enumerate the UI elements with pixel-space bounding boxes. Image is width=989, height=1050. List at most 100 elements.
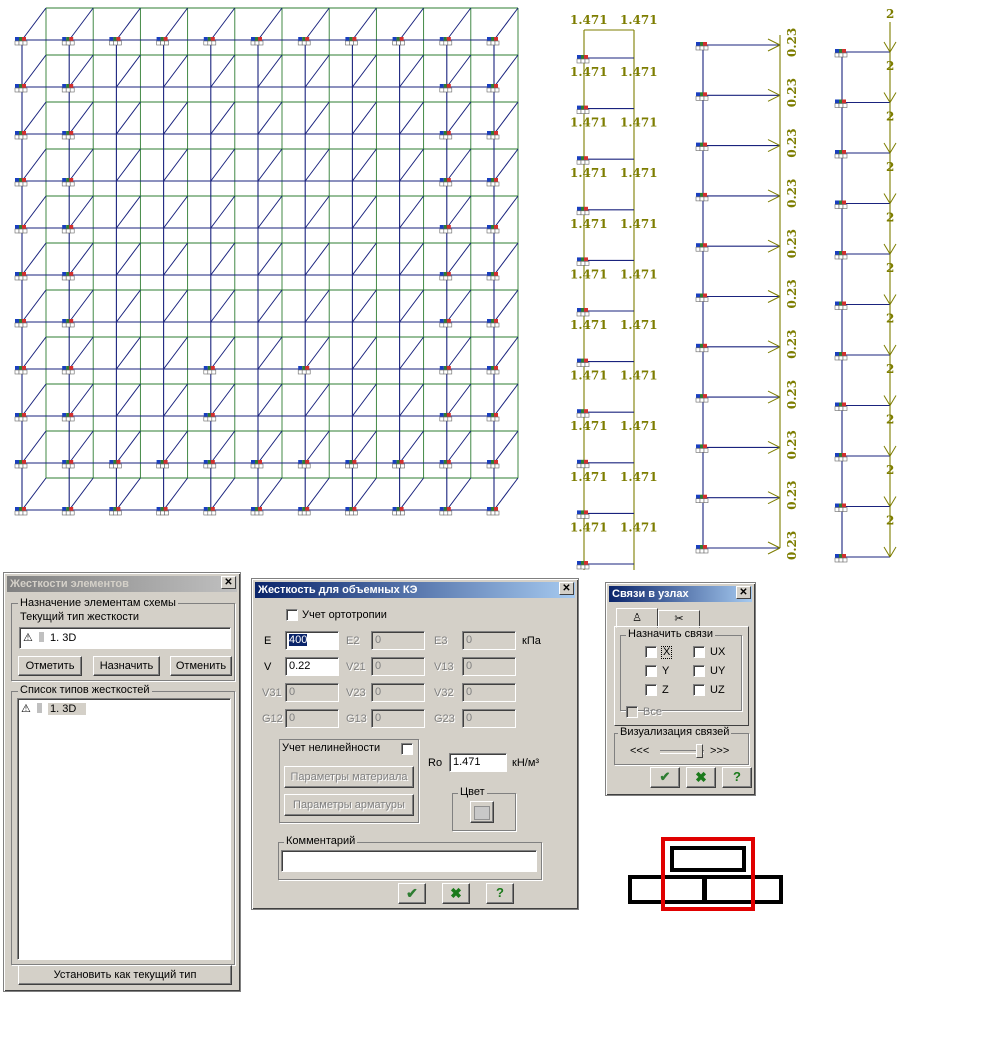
increase-links-button[interactable]: >>> — [710, 745, 729, 757]
support-mark — [487, 507, 491, 511]
support-mark — [22, 507, 26, 511]
slider-thumb[interactable] — [696, 744, 703, 758]
E3-field[interactable]: 0 — [462, 631, 516, 650]
support-mark — [703, 293, 707, 298]
ok-button[interactable]: ✔ — [398, 883, 426, 904]
link-z-checkbox[interactable] — [645, 684, 657, 696]
links-help-button[interactable]: ? — [722, 767, 752, 788]
support-mark — [22, 510, 28, 516]
support-mark — [210, 366, 215, 370]
support-mark — [494, 181, 500, 187]
grid-diagonal — [446, 148, 472, 182]
support-mark — [581, 510, 584, 515]
support-mark — [61, 275, 67, 281]
support-mark — [446, 84, 451, 88]
support-mark — [164, 40, 169, 46]
support-mark — [66, 84, 70, 88]
link-uy-checkbox[interactable] — [693, 665, 705, 677]
type-color-swatch — [36, 703, 42, 713]
comment-field[interactable] — [281, 850, 537, 872]
links-cancel-button[interactable]: ✖ — [686, 767, 716, 788]
support-mark — [576, 412, 582, 418]
color-picker-button[interactable] — [470, 801, 494, 823]
support-mark — [839, 402, 842, 407]
all-links-checkbox[interactable] — [626, 706, 638, 718]
support-mark — [69, 134, 75, 140]
V-field[interactable]: 0.22 — [285, 657, 339, 676]
material-params-button[interactable]: Параметры материала — [284, 766, 414, 788]
ro-field[interactable]: 1.471 — [449, 753, 507, 772]
support-mark — [22, 228, 28, 234]
stiffness-panel-close-button[interactable]: ✕ — [221, 576, 236, 589]
support-mark — [842, 153, 848, 159]
link-ux-checkbox[interactable] — [693, 646, 705, 658]
links-dialog-close-button[interactable]: ✕ — [736, 586, 751, 599]
grid-diagonal — [163, 195, 189, 229]
support-mark — [699, 196, 705, 202]
G13-field[interactable]: 0 — [371, 709, 425, 728]
volume-dialog-close-button[interactable]: ✕ — [559, 582, 574, 595]
support-mark — [14, 134, 20, 140]
link-x-checkbox[interactable] — [645, 646, 657, 658]
V31-field[interactable]: 0 — [285, 683, 339, 702]
support-mark — [494, 84, 498, 88]
support-mark — [703, 96, 709, 101]
grid-diagonal — [163, 148, 189, 182]
support-mark — [577, 409, 581, 414]
support-mark — [345, 40, 350, 46]
support-mark — [22, 40, 28, 46]
E2-field[interactable]: 0 — [371, 631, 425, 650]
set-current-type-button[interactable]: Установить как текущий тип — [18, 965, 232, 985]
support-mark — [66, 225, 70, 229]
grid-diagonal — [210, 477, 236, 511]
links-ok-button[interactable]: ✔ — [650, 767, 680, 788]
grid-diagonal — [304, 477, 330, 511]
list-item[interactable]: ⚠ 1. 3D — [21, 701, 87, 717]
orthotropy-checkbox[interactable] — [286, 609, 298, 621]
V13-field[interactable]: 0 — [462, 657, 516, 676]
support-mark — [439, 366, 444, 370]
support-mark — [353, 463, 358, 469]
grid-diagonal — [399, 54, 425, 88]
grid-diagonal — [163, 54, 189, 88]
support-mark — [443, 178, 447, 182]
support-mark — [577, 459, 581, 464]
support-mark — [580, 159, 586, 165]
help-button[interactable]: ? — [486, 883, 514, 904]
tab-links[interactable]: ♙ — [616, 608, 658, 628]
V23-field[interactable]: 0 — [371, 683, 425, 702]
assign-group-label: Назначение элементам схемы — [18, 597, 178, 609]
load-value-label: 2 — [886, 362, 894, 376]
rebar-params-button[interactable]: Параметры арматуры — [284, 794, 414, 816]
support-mark — [69, 413, 74, 417]
E-field[interactable]: 400 — [285, 631, 339, 650]
G12-field[interactable]: 0 — [285, 709, 339, 728]
stiffness-panel: Жесткости элементов ✕ Назначение элемент… — [3, 572, 241, 992]
visualization-slider[interactable] — [660, 744, 704, 758]
cancel-assign-button[interactable]: Отменить — [170, 656, 232, 676]
link-uz-checkbox[interactable] — [693, 684, 705, 696]
support-mark — [703, 448, 709, 453]
V21-field[interactable]: 0 — [371, 657, 425, 676]
mark-button[interactable]: Отметить — [18, 656, 82, 676]
support-mark — [581, 55, 584, 59]
grid-diagonal — [493, 242, 519, 276]
load-arrow — [767, 290, 781, 297]
support-mark — [15, 366, 19, 370]
decrease-links-button[interactable]: <<< — [630, 745, 649, 757]
support-mark — [18, 40, 24, 46]
support-mark — [703, 146, 709, 151]
V32-field[interactable]: 0 — [462, 683, 516, 702]
V13-label: V13 — [434, 661, 454, 673]
assign-button[interactable]: Назначить — [93, 656, 160, 676]
current-type-field[interactable]: ⚠ 1. 3D — [19, 627, 231, 649]
nonlinearity-checkbox[interactable] — [401, 743, 413, 755]
types-list[interactable]: ⚠ 1. 3D — [17, 698, 231, 960]
support-mark — [487, 460, 491, 464]
grid-diagonal — [163, 289, 189, 323]
link-y-checkbox[interactable] — [645, 665, 657, 677]
G23-field[interactable]: 0 — [462, 709, 516, 728]
support-mark — [703, 42, 707, 46]
cancel-button[interactable]: ✖ — [442, 883, 470, 904]
grid-diagonal — [399, 242, 425, 276]
